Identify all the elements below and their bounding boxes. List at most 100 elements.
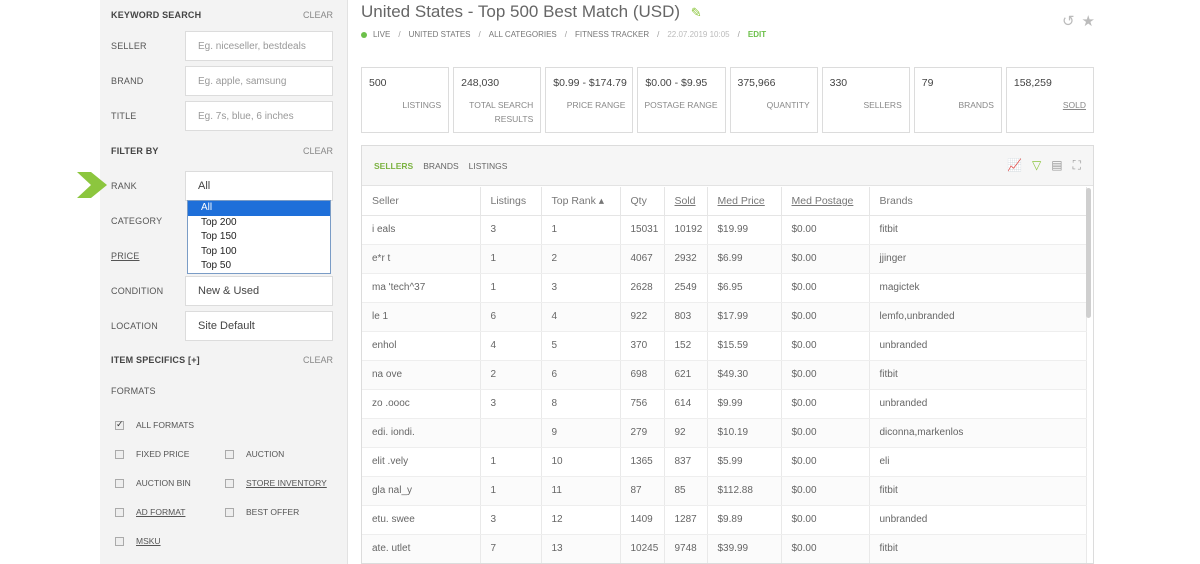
table-cell: 3 [541,273,621,303]
export-file-icon[interactable]: ▤ [1051,158,1062,173]
auction-bin-checkbox[interactable] [115,478,124,488]
stat-label[interactable]: SOLD [1063,98,1086,112]
fixed-price-checkbox[interactable] [115,449,124,459]
item-specifics-clear-link[interactable]: CLEAR [303,355,333,365]
store-inventory-checkbox-row[interactable]: STORE INVENTORY [225,478,327,488]
fixed-price-checkbox-row[interactable]: FIXED PRICE [115,449,189,459]
best-offer-checkbox-row[interactable]: BEST OFFER [225,507,299,517]
sellers-table: Seller Listings Top Rank ▴ Qty Sold Med … [362,187,1087,563]
store-inventory-label: STORE INVENTORY [246,478,327,488]
fullscreen-icon[interactable]: ⛶ [1073,158,1081,173]
table-cell: 3 [480,389,542,419]
col-brands[interactable]: Brands [869,187,1087,216]
table-cell: 3 [480,505,542,535]
table-cell: $0.00 [781,244,870,274]
table-row[interactable]: enhol 4 5 370 152 $15.59 $0.00 unbranded [362,331,1087,361]
table-cell: $10.19 [707,418,782,448]
table-cell: 10245 [620,534,665,563]
title-input[interactable]: Eg. 7s, blue, 6 inches [185,101,333,131]
page-title-row: United States - Top 500 Best Match (USD)… [361,2,702,22]
tab-listings[interactable]: LISTINGS [469,161,508,171]
col-med-price[interactable]: Med Price [707,187,782,216]
table-row[interactable]: etu. swee 3 12 1409 1287 $9.89 $0.00 unbranded [362,505,1087,535]
table-row[interactable]: edi. iondi. 9 279 92 $10.19 $0.00 diconna,mark… [362,418,1087,448]
stat-value: $0.99 - $174.79 [553,77,627,89]
ad-format-checkbox[interactable] [115,507,124,517]
rank-option-top-150[interactable]: Top 150 [188,230,330,245]
auction-bin-label: AUCTION BIN [136,478,191,488]
col-sold[interactable]: Sold [664,187,708,216]
all-formats-checkbox-row[interactable]: ALL FORMATS [115,419,194,430]
col-top-rank[interactable]: Top Rank ▴ [541,187,621,216]
table-cell: $5.99 [707,447,782,477]
table-cell: $0.00 [781,302,870,332]
item-specifics-toggle[interactable]: ITEM SPECIFICS [+] [111,355,200,365]
ad-format-checkbox-row[interactable]: AD FORMAT [115,507,185,517]
table-cell: 4 [480,331,542,361]
col-qty[interactable]: Qty [620,187,665,216]
auction-checkbox-row[interactable]: AUCTION [225,449,284,459]
table-cell: jjinger [869,244,1087,274]
table-cell: $0.00 [781,273,870,303]
table-cell: na ove [362,360,481,390]
condition-label: CONDITION [111,286,164,296]
tab-brands[interactable]: BRANDS [423,161,458,171]
table-row[interactable]: le 1 6 4 922 803 $17.99 $0.00 lemfo,unbranded [362,302,1087,332]
all-formats-checkbox[interactable] [115,419,124,430]
edit-link[interactable]: EDIT [748,30,766,39]
table-cell: $39.99 [707,534,782,563]
table-row[interactable]: zo .oooc 3 8 756 614 $9.99 $0.00 unbranded [362,389,1087,419]
table-cell: 152 [664,331,708,361]
filter-icon[interactable]: ▽ [1032,158,1041,173]
auction-checkbox[interactable] [225,449,234,459]
stat-brands: 79 BRANDS [913,67,1002,133]
col-listings[interactable]: Listings [480,187,542,216]
rank-option-top-200[interactable]: Top 200 [188,216,330,231]
stat-sold[interactable]: 158,259 SOLD [1005,67,1094,133]
table-cell [480,418,542,448]
table-cell: zo .oooc [362,389,481,419]
rank-option-top-50[interactable]: Top 50 [188,259,330,274]
filter-clear-link[interactable]: CLEAR [303,146,333,156]
live-status-dot-icon [361,31,367,38]
table-cell: edi. iondi. [362,418,481,448]
brand-input[interactable]: Eg. apple, samsung [185,66,333,96]
store-inventory-checkbox[interactable] [225,478,234,488]
stat-quantity: 375,966 QUANTITY [729,67,818,133]
col-seller[interactable]: Seller [362,187,481,216]
chart-icon[interactable]: 📈 [1007,158,1022,173]
rank-select[interactable]: All [185,171,333,201]
auction-bin-checkbox-row[interactable]: AUCTION BIN [115,478,191,488]
table-cell: $9.99 [707,389,782,419]
table-cell: $17.99 [707,302,782,332]
col-med-postage[interactable]: Med Postage [781,187,870,216]
table-row[interactable]: gla nal_y 1 11 87 85 $112.88 $0.00 fitbit [362,476,1087,506]
main-content: United States - Top 500 Best Match (USD)… [361,0,1095,564]
table-row[interactable]: ma 'tech^37 1 3 2628 2549 $6.95 $0.00 magictek [362,273,1087,303]
table-row[interactable]: na ove 2 6 698 621 $49.30 $0.00 fitbit [362,360,1087,390]
msku-checkbox-row[interactable]: MSKU [115,536,161,546]
seller-input[interactable]: Eg. niceseller, bestdeals [185,31,333,61]
edit-pencil-icon[interactable]: ✎ [691,5,702,21]
rank-option-all[interactable]: All [188,201,330,216]
star-icon[interactable]: ★ [1082,12,1095,30]
keyword-clear-link[interactable]: CLEAR [303,10,333,20]
price-label[interactable]: PRICE [111,251,140,261]
table-cell: i eals [362,215,481,245]
table-row[interactable]: ate. utlet 7 13 10245 9748 $39.99 $0.00 fitbit [362,534,1087,563]
table-row[interactable]: e*r t 1 2 4067 2932 $6.99 $0.00 jjinger [362,244,1087,274]
msku-checkbox[interactable] [115,536,124,546]
table-row[interactable]: elit .vely 1 10 1365 837 $5.99 $0.00 eli [362,447,1087,477]
history-icon[interactable]: ↺ [1062,12,1075,30]
best-offer-checkbox[interactable] [225,507,234,517]
location-select[interactable]: Site Default [185,311,333,341]
table-cell: $0.00 [781,534,870,563]
table-scrollbar[interactable] [1086,188,1091,318]
breadcrumb-categories: ALL CATEGORIES [488,30,557,39]
table-cell: eli [869,447,1087,477]
condition-select[interactable]: New & Used [185,276,333,306]
table-cell: 87 [620,476,665,506]
rank-option-top-100[interactable]: Top 100 [188,245,330,260]
tab-sellers[interactable]: SELLERS [374,161,413,171]
table-row[interactable]: i eals 3 1 15031 10192 $19.99 $0.00 fitbit [362,215,1087,245]
